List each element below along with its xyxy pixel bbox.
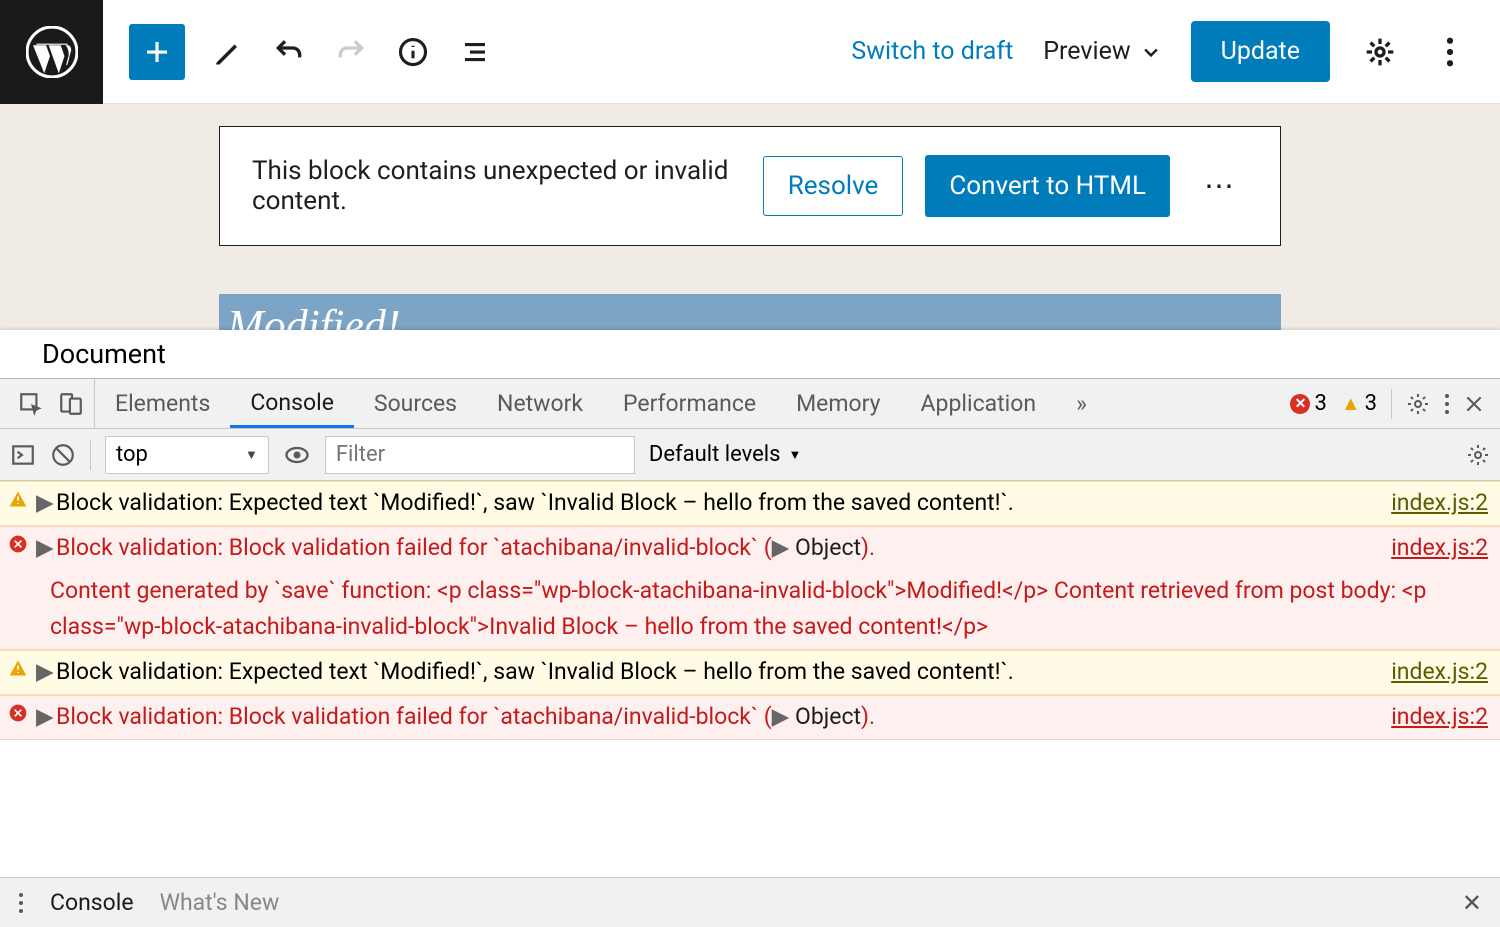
- log-body: Content generated by `save` function: <p…: [8, 573, 1488, 647]
- gear-icon: [1364, 36, 1396, 68]
- tab-sources[interactable]: Sources: [354, 379, 477, 428]
- error-count-badge[interactable]: ✕3: [1290, 391, 1326, 416]
- tab-application[interactable]: Application: [901, 379, 1057, 428]
- edit-mode-button[interactable]: [207, 32, 247, 72]
- log-message: Block validation: Block validation faile…: [56, 699, 1365, 736]
- warning-count-badge[interactable]: ▲3: [1341, 391, 1377, 416]
- tab-network[interactable]: Network: [477, 379, 603, 428]
- undo-icon: [273, 36, 305, 68]
- devtools-tabs: Elements Console Sources Network Perform…: [0, 379, 1500, 429]
- eye-icon[interactable]: [283, 441, 311, 469]
- devtools-tab-right: ✕3 ▲3: [1290, 389, 1492, 419]
- pencil-icon: [212, 37, 242, 67]
- drawer-kebab-icon[interactable]: [18, 891, 24, 915]
- log-source-link[interactable]: index.js:2: [1391, 654, 1488, 691]
- wordpress-logo[interactable]: [0, 0, 103, 104]
- log-row-error[interactable]: ▶ Block validation: Block validation fai…: [0, 695, 1500, 740]
- preview-button[interactable]: Preview: [1043, 37, 1160, 66]
- tab-elements[interactable]: Elements: [95, 379, 230, 428]
- context-selector[interactable]: top: [105, 436, 269, 474]
- convert-to-html-button[interactable]: Convert to HTML: [925, 155, 1170, 217]
- log-row-error[interactable]: ▶ Block validation: Block validation fai…: [0, 526, 1500, 650]
- redo-icon: [335, 36, 367, 68]
- log-levels-selector[interactable]: Default levels▼: [649, 442, 802, 467]
- target-tab[interactable]: Document: [0, 330, 1500, 379]
- devtools-kebab-icon[interactable]: [1444, 392, 1450, 416]
- editor-toolbar: Switch to draft Preview Update: [0, 0, 1500, 104]
- more-options-button[interactable]: [1430, 32, 1470, 72]
- devtools-left-icons: [8, 379, 95, 428]
- preview-label: Preview: [1043, 37, 1130, 66]
- device-toggle-icon[interactable]: [58, 391, 84, 417]
- expand-icon[interactable]: ▶: [36, 530, 50, 567]
- console-settings-icon[interactable]: [1466, 443, 1490, 467]
- close-icon[interactable]: [1464, 394, 1484, 414]
- console-log-body[interactable]: ▶ Block validation: Expected text `Modif…: [0, 481, 1500, 877]
- toolbar-left: [103, 24, 495, 80]
- log-source-link[interactable]: index.js:2: [1391, 530, 1488, 567]
- settings-button[interactable]: [1360, 32, 1400, 72]
- tab-memory[interactable]: Memory: [776, 379, 900, 428]
- log-message: Block validation: Expected text `Modifie…: [56, 485, 1365, 522]
- update-button[interactable]: Update: [1191, 21, 1330, 82]
- undo-button[interactable]: [269, 32, 309, 72]
- expand-icon[interactable]: ▶: [36, 485, 50, 522]
- log-row-warning[interactable]: ▶ Block validation: Expected text `Modif…: [0, 481, 1500, 526]
- log-row-warning[interactable]: ▶ Block validation: Expected text `Modif…: [0, 650, 1500, 695]
- chevron-down-icon: [1141, 42, 1161, 62]
- clear-console-icon[interactable]: [50, 442, 76, 468]
- devtools-panel: Document Elements Console Sources Networ…: [0, 330, 1500, 927]
- log-message: Block validation: Expected text `Modifie…: [56, 654, 1365, 691]
- drawer-close-icon[interactable]: ✕: [1462, 889, 1482, 917]
- switch-to-draft-button[interactable]: Switch to draft: [851, 37, 1013, 66]
- warning-message: This block contains unexpected or invali…: [252, 156, 741, 216]
- expand-icon[interactable]: ▶: [36, 654, 50, 691]
- error-icon: [8, 703, 30, 723]
- add-block-button[interactable]: [129, 24, 185, 80]
- outline-button[interactable]: [455, 32, 495, 72]
- tab-console[interactable]: Console: [230, 379, 354, 428]
- log-source-link[interactable]: index.js:2: [1391, 699, 1488, 736]
- filter-input[interactable]: [325, 436, 635, 474]
- drawer-tab-console[interactable]: Console: [50, 889, 134, 916]
- log-message: Block validation: Block validation faile…: [56, 530, 1365, 567]
- devtools-drawer: Console What's New ✕: [0, 877, 1500, 927]
- info-button[interactable]: [393, 32, 433, 72]
- redo-button[interactable]: [331, 32, 371, 72]
- info-icon: [398, 37, 428, 67]
- expand-icon[interactable]: ▶: [36, 699, 50, 736]
- resolve-button[interactable]: Resolve: [763, 156, 904, 216]
- tab-more[interactable]: »: [1056, 379, 1107, 428]
- block-more-button[interactable]: ⋯: [1192, 169, 1248, 204]
- warning-icon: [8, 658, 30, 678]
- devtools-settings-icon[interactable]: [1406, 392, 1430, 416]
- editor-canvas: This block contains unexpected or invali…: [0, 104, 1500, 350]
- wordpress-icon: [26, 26, 78, 78]
- tab-performance[interactable]: Performance: [603, 379, 776, 428]
- log-source-link[interactable]: index.js:2: [1391, 485, 1488, 522]
- sidebar-toggle-icon[interactable]: [10, 442, 36, 468]
- inspect-icon[interactable]: [18, 391, 44, 417]
- error-icon: [8, 534, 30, 554]
- plus-icon: [142, 37, 172, 67]
- warning-icon: [8, 489, 30, 509]
- list-icon: [460, 37, 490, 67]
- drawer-tab-whatsnew[interactable]: What's New: [160, 889, 280, 916]
- toolbar-right: Switch to draft Preview Update: [851, 21, 1500, 82]
- kebab-icon: [1446, 37, 1454, 67]
- block-invalid-warning: This block contains unexpected or invali…: [219, 126, 1281, 246]
- console-toolbar: top Default levels▼: [0, 429, 1500, 481]
